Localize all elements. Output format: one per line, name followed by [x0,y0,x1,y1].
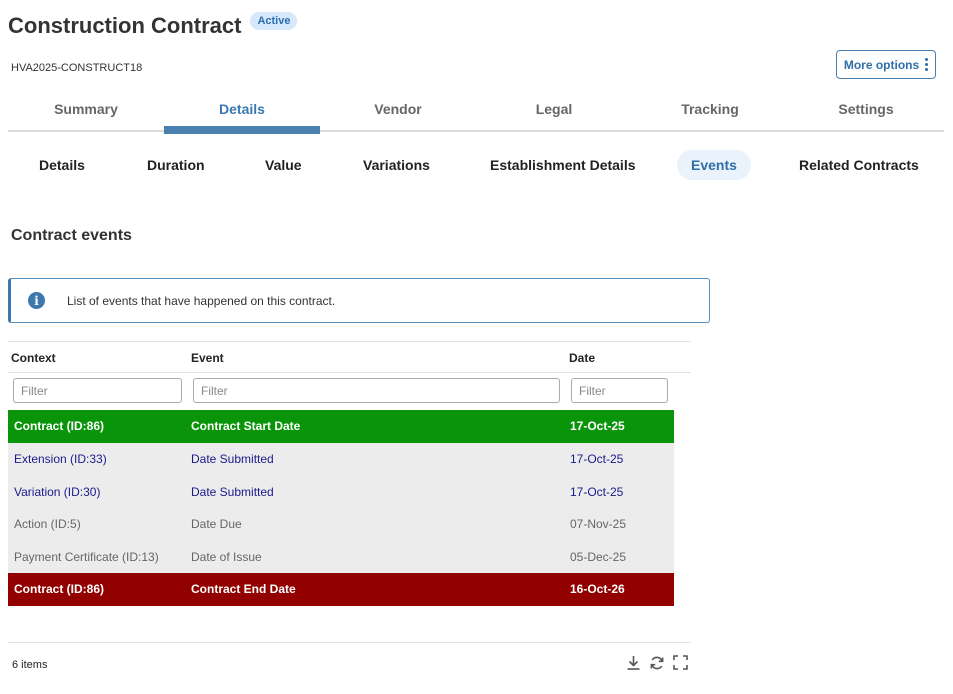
table-row[interactable]: Action (ID:5) Date Due 07-Nov-25 [8,508,674,541]
subtab-events[interactable]: Events [677,150,751,180]
table-body: Contract (ID:86) Contract Start Date 17-… [8,410,674,606]
subtab-related-contracts[interactable]: Related Contracts [799,150,919,180]
more-options-label: More options [843,57,920,72]
section-title: Contract events [11,227,132,244]
table-row[interactable]: Contract (ID:86) Contract Start Date 17-… [8,410,674,443]
info-text: List of events that have happened on thi… [67,293,336,308]
table-row[interactable]: Payment Certificate (ID:13) Date of Issu… [8,540,674,573]
cell-event: Date of Issue [191,549,262,564]
contract-page: Construction Contract Active HVA2025-CON… [0,0,953,694]
table-toolbar [626,655,688,671]
cell-context: Action (ID:5) [14,517,81,531]
tab-summary[interactable]: Summary [8,96,164,132]
context-filter-input[interactable] [13,378,182,403]
subtab-variations[interactable]: Variations [363,150,430,180]
date-filter-input[interactable] [571,378,668,403]
table-row[interactable]: Variation (ID:30) Date Submitted 17-Oct-… [8,475,674,508]
subtab-details[interactable]: Details [39,150,85,180]
cell-context: Extension (ID:33) [14,452,107,466]
tab-settings[interactable]: Settings [788,96,944,132]
more-options-button[interactable]: More options [836,50,936,79]
cell-context: Payment Certificate (ID:13) [14,549,159,564]
table-header: Context Event Date [8,341,691,373]
status-badge: Active [250,12,298,30]
refresh-icon[interactable] [649,655,665,671]
subtab-value[interactable]: Value [265,150,302,180]
page-title: Construction Contract [8,13,242,38]
contract-reference: HVA2025-CONSTRUCT18 [11,62,143,74]
title-row: Construction Contract Active [8,10,298,42]
item-count: 6 items [12,659,48,671]
cell-event: Date Submitted [191,484,274,499]
cell-date: 17-Oct-25 [570,419,625,433]
column-header-date[interactable]: Date [569,351,595,365]
tab-vendor[interactable]: Vendor [320,96,476,132]
tab-tracking[interactable]: Tracking [632,96,788,132]
table-footer: 6 items [8,642,691,682]
cell-event: Contract Start Date [191,419,301,433]
sub-tabs: Details Duration Value Variations Establ… [8,150,944,180]
fullscreen-icon[interactable] [673,655,688,670]
cell-date: 17-Oct-25 [570,452,624,466]
tab-details[interactable]: Details [164,96,320,134]
column-header-context[interactable]: Context [11,351,56,365]
cell-context: Contract (ID:86) [14,419,105,433]
cell-context: Contract (ID:86) [14,582,105,596]
filter-row [8,373,691,410]
table-row[interactable]: Extension (ID:33) Date Submitted 17-Oct-… [8,443,674,476]
cell-context: Variation (ID:30) [14,484,101,499]
cell-date: 17-Oct-25 [570,484,624,499]
subtab-duration[interactable]: Duration [147,150,205,180]
main-tabs: Summary Details Vendor Legal Tracking Se… [8,96,944,134]
tab-legal[interactable]: Legal [476,96,632,132]
cell-date: 16-Oct-26 [570,582,625,596]
cell-event: Date Due [191,517,242,531]
cell-event: Contract End Date [191,582,296,596]
events-table: Context Event Date Contract (ID:86) Cont… [8,341,691,606]
download-icon[interactable] [626,655,641,671]
event-filter-input[interactable] [193,378,560,403]
kebab-icon [925,58,929,71]
table-row[interactable]: Contract (ID:86) Contract End Date 16-Oc… [8,573,674,606]
cell-date: 05-Dec-25 [570,549,627,564]
subtab-establishment-details[interactable]: Establishment Details [490,150,636,180]
info-icon: i [28,292,45,309]
cell-event: Date Submitted [191,452,274,466]
info-box: i List of events that have happened on t… [8,278,710,323]
column-header-event[interactable]: Event [191,351,224,365]
cell-date: 07-Nov-25 [570,517,627,531]
